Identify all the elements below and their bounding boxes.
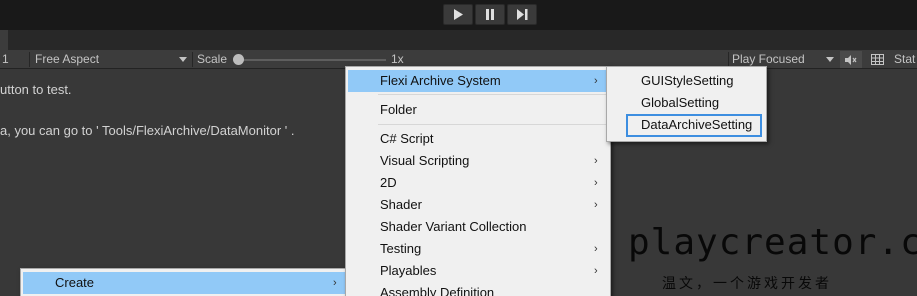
gizmos-grid-button[interactable] [868,51,886,68]
submenu-arrow-icon: › [594,155,598,167]
aspect-dropdown[interactable]: Free Aspect [35,50,99,69]
menu-item-label: 2D [380,175,397,190]
selection-highlight-frame [626,114,762,137]
menu-item-create[interactable]: Create › [23,272,345,294]
menu-item-label: Visual Scripting [380,153,470,168]
menu-item-shader-variant-collection[interactable]: Shader Variant Collection [348,216,608,238]
pause-button[interactable] [475,4,505,25]
mute-audio-button[interactable] [840,51,862,68]
menu-item-testing[interactable]: Testing › [348,238,608,260]
play-button[interactable] [443,4,473,25]
menu-item-visual-scripting[interactable]: Visual Scripting › [348,150,608,172]
toolbar-divider [728,52,729,67]
toolbar-divider [29,52,30,67]
aspect-caret-icon [179,57,187,62]
menu-item-label: C# Script [380,131,434,146]
top-bar [0,0,917,30]
submenu-arrow-icon: › [594,177,598,189]
watermark-site: playcreator.cn [628,222,917,263]
scale-slider-track[interactable] [238,59,386,61]
submenu-arrow-icon: › [594,265,598,277]
step-button[interactable] [507,4,537,25]
grid-icon [870,54,884,65]
menu-item-2d[interactable]: 2D › [348,172,608,194]
menu-item-label: Shader [380,197,422,212]
tab-strip [0,30,917,50]
create-submenu: Flexi Archive System › Folder C# Script … [345,66,611,296]
pause-icon [486,9,494,20]
game-text-line: utton to test. [0,82,72,97]
menu-item-shader[interactable]: Shader › [348,194,608,216]
playmode-controls [443,4,537,25]
menu-item-guistylesetting[interactable]: GUIStyleSetting [609,70,764,92]
display-dropdown-value[interactable]: 1 [2,50,9,69]
menu-item-flexi-archive-system[interactable]: Flexi Archive System › [348,70,608,92]
menu-item-csharp-script[interactable]: C# Script [348,128,608,150]
mute-audio-icon [845,54,857,65]
stats-button[interactable]: Stat [894,50,915,69]
game-text-line: a, you can go to ' Tools/FlexiArchive/Da… [0,123,295,138]
context-menu: Create › [20,268,348,296]
menu-item-folder[interactable]: Folder [348,99,608,121]
menu-item-label: Testing [380,241,422,256]
submenu-arrow-icon: › [594,199,598,211]
toolbar-divider [192,52,193,67]
submenu-arrow-icon: › [333,277,337,289]
submenu-arrow-icon: › [594,243,598,255]
menu-item-label: Playables [380,263,437,278]
menu-item-label: Shader Variant Collection [380,219,527,234]
menu-item-label: Assembly Definition [380,285,495,296]
menu-separator [378,124,606,125]
play-mode-caret-icon [826,57,834,62]
menu-item-playables[interactable]: Playables › [348,260,608,282]
menu-item-label: Folder [380,102,417,117]
menu-item-assembly-definition[interactable]: Assembly Definition [348,282,608,296]
menu-item-label: Create [55,275,95,290]
play-icon [454,9,463,20]
submenu-arrow-icon: › [594,75,598,87]
step-icon [516,9,527,20]
scale-label: Scale [197,52,228,66]
game-tab[interactable] [0,30,8,50]
menu-item-label: GlobalSetting [641,95,720,110]
menu-item-globalsetting[interactable]: GlobalSetting [609,92,764,114]
scale-slider-handle[interactable] [233,54,244,65]
watermark-tagline: 温文，一个游戏开发者 [662,276,832,292]
menu-item-label: Flexi Archive System [380,73,501,88]
menu-separator [378,94,606,95]
menu-item-label: GUIStyleSetting [641,73,734,88]
